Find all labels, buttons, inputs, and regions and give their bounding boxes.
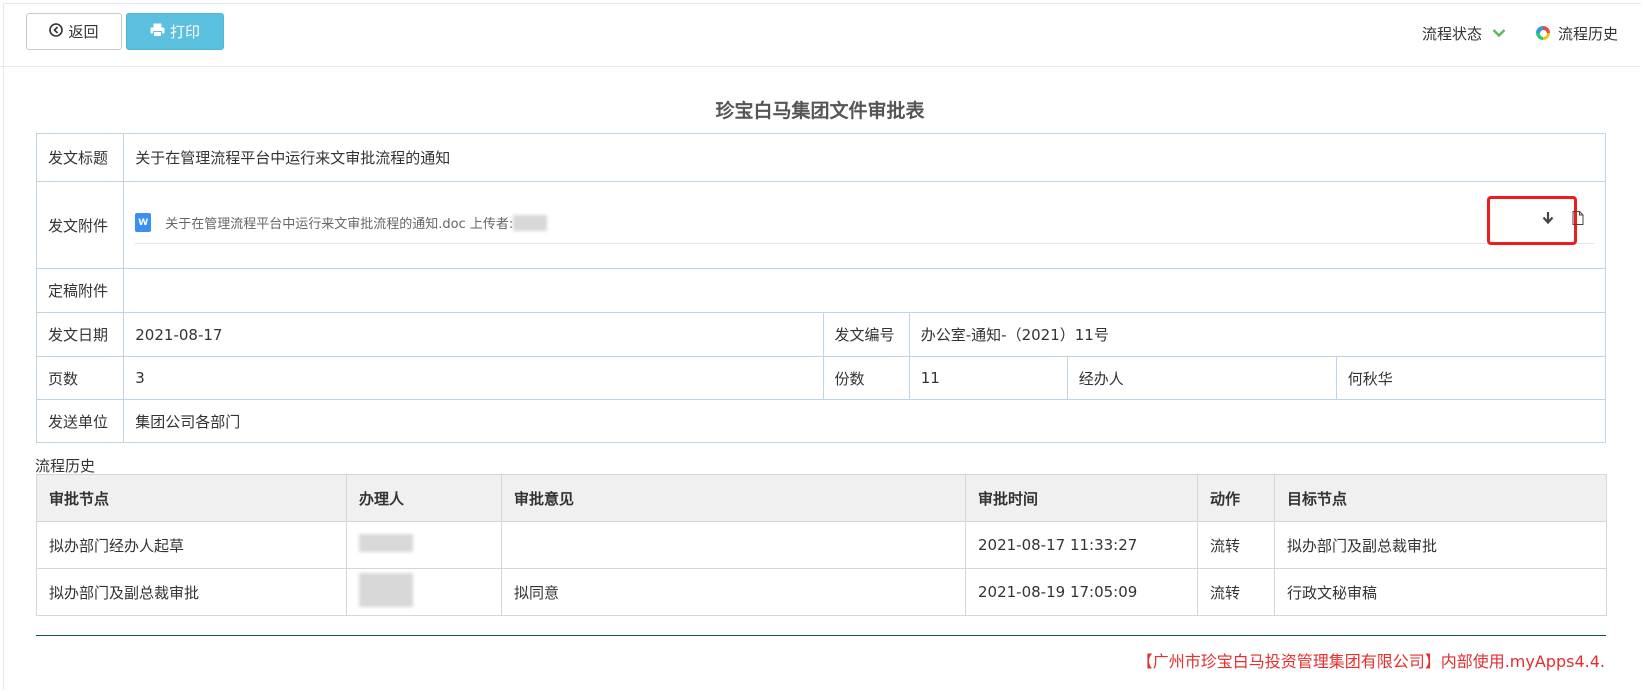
- date-label: 发文日期: [35, 312, 125, 357]
- back-button-label: 返回: [68, 23, 99, 41]
- pages-value: 3: [123, 356, 824, 400]
- table-row: 拟办部门及副总裁审批 拟同意 2021-08-19 17:05:09 流转 行政…: [36, 568, 1607, 616]
- copies-value: 11: [908, 356, 1068, 400]
- page-title: 珍宝白马集团文件审批表: [715, 100, 925, 122]
- send-to-value: 集团公司各部门: [123, 399, 1606, 443]
- cell-opinion: 拟同意: [501, 568, 966, 616]
- send-to-label: 发送单位: [35, 399, 125, 443]
- approval-form-table: 发文标题 关于在管理流程平台中运行来文审批流程的通知 发文附件 W 关于在管理流…: [35, 133, 1607, 443]
- footer-text: 【广州市珍宝白马投资管理集团有限公司】内部使用.myApps4.4.: [1136, 652, 1605, 671]
- cell-time: 2021-08-17 11:33:27: [965, 521, 1198, 569]
- final-attachment-value: [123, 268, 1606, 313]
- word-doc-icon: W: [135, 213, 152, 232]
- flow-status-label: 流程状态: [1422, 24, 1483, 43]
- cell-handler: [346, 521, 502, 569]
- print-button[interactable]: 打印: [126, 13, 224, 50]
- circle-arrow-left-icon: [49, 22, 64, 41]
- cell-opinion: [501, 521, 966, 569]
- print-button-label: 打印: [169, 23, 200, 41]
- footer-divider: [36, 635, 1606, 636]
- cell-node: 拟办部门经办人起草: [36, 521, 347, 569]
- copies-label: 份数: [822, 356, 910, 400]
- subject-value: 关于在管理流程平台中运行来文审批流程的通知: [123, 133, 1606, 182]
- attachment-cell: W 关于在管理流程平台中运行来文审批流程的通知.doc 上传者:: [123, 181, 1606, 269]
- document-icon[interactable]: [1572, 211, 1584, 229]
- form-row-subject: 发文标题 关于在管理流程平台中运行来文审批流程的通知: [35, 133, 1606, 182]
- column-header-opinion: 审批意见: [501, 474, 966, 522]
- date-value: 2021-08-17: [123, 312, 824, 357]
- attachment-actions: [1542, 211, 1584, 229]
- handler-label: 经办人: [1066, 356, 1337, 400]
- form-row-final-attachment: 定稿附件: [35, 268, 1606, 313]
- attachment-file-row: W 关于在管理流程平台中运行来文审批流程的通知.doc 上传者:: [135, 203, 1594, 244]
- doc-no-value: 办公室-通知-（2021）11号: [908, 312, 1607, 357]
- subject-label: 发文标题: [35, 133, 125, 182]
- cell-time: 2021-08-19 17:05:09: [965, 568, 1198, 616]
- cell-handler: [346, 568, 502, 616]
- form-row-send-to: 发送单位 集团公司各部门: [35, 399, 1606, 443]
- history-header-row: 审批节点 办理人 审批意见 审批时间 动作 目标节点: [36, 474, 1607, 522]
- flow-history-label: 流程历史: [1558, 24, 1619, 43]
- back-button[interactable]: 返回: [26, 13, 122, 50]
- doc-no-label: 发文编号: [822, 312, 910, 357]
- printer-icon: [150, 23, 165, 41]
- handler-value: 何秋华: [1335, 356, 1607, 400]
- pages-label: 页数: [35, 356, 125, 400]
- form-row-attachment: 发文附件 W 关于在管理流程平台中运行来文审批流程的通知.doc 上传者:: [35, 181, 1606, 269]
- chevron-down-icon: [1492, 24, 1506, 42]
- cell-action: 流转: [1197, 568, 1275, 616]
- flow-history-table: 审批节点 办理人 审批意见 审批时间 动作 目标节点 拟办部门经办人起草 202…: [36, 474, 1607, 616]
- toolbar: 返回 打印 流程状态 流程历史: [0, 0, 1640, 67]
- column-header-node: 审批节点: [36, 474, 347, 522]
- attachment-label: 发文附件: [35, 181, 125, 269]
- handler-name-redacted: [359, 573, 413, 607]
- column-header-handler: 办理人: [346, 474, 502, 522]
- form-row-date: 发文日期 2021-08-17 发文编号 办公室-通知-（2021）11号: [35, 312, 1607, 357]
- cell-target: 拟办部门及副总裁审批: [1274, 521, 1607, 569]
- handler-name-redacted: [359, 534, 413, 552]
- column-header-time: 审批时间: [965, 474, 1198, 522]
- cell-node: 拟办部门及副总裁审批: [36, 568, 347, 616]
- column-header-target: 目标节点: [1274, 474, 1607, 522]
- cell-target: 行政文秘审稿: [1274, 568, 1607, 616]
- column-header-action: 动作: [1197, 474, 1275, 522]
- flow-status-toggle[interactable]: 流程状态: [1422, 0, 1506, 66]
- final-attachment-label: 定稿附件: [35, 268, 125, 313]
- flow-history-section-label: 流程历史: [35, 457, 96, 475]
- table-row: 拟办部门经办人起草 2021-08-17 11:33:27 流转 拟办部门及副总…: [36, 521, 1607, 569]
- attachment-file-link[interactable]: 关于在管理流程平台中运行来文审批流程的通知.doc 上传者:: [165, 213, 513, 232]
- uploader-name-redacted: [513, 214, 548, 231]
- color-ring-icon: [1536, 26, 1550, 40]
- form-row-pages: 页数 3 份数 11 经办人 何秋华: [35, 356, 1607, 400]
- download-arrow-icon[interactable]: [1542, 211, 1554, 229]
- cell-action: 流转: [1197, 521, 1275, 569]
- flow-history-toggle[interactable]: 流程历史: [1536, 0, 1618, 66]
